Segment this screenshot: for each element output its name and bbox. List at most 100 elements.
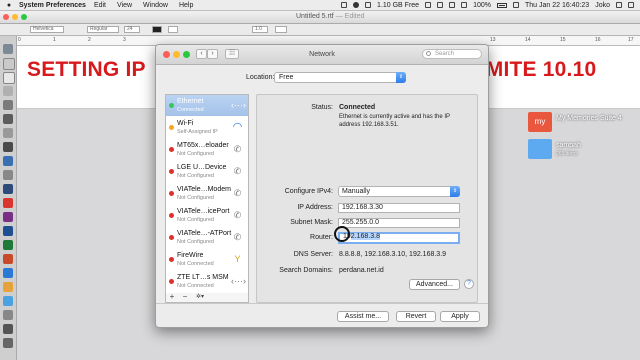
menu-window[interactable]: Window [143,2,168,9]
assist-me-button[interactable]: Assist me... [337,311,389,322]
revert-button[interactable]: Revert [396,311,436,322]
bluetooth-icon[interactable] [425,2,432,8]
zoom-icon[interactable] [21,14,27,20]
status-dot-icon[interactable] [353,2,360,8]
search-domains-value[interactable]: perdana.net.id [339,267,384,274]
forward-button[interactable]: › [207,49,218,59]
list-style-select[interactable] [275,26,287,33]
menu-view[interactable]: View [117,2,132,9]
menu-edit[interactable]: Edit [94,2,106,9]
app-icon[interactable] [3,338,13,348]
app-icon[interactable] [3,296,13,306]
menu-clock[interactable]: Thu Jan 22 16:40:23 [525,2,589,9]
chevron-updown-icon: ⇕ [450,186,460,197]
service-status: Self-Assigned IP [177,129,218,135]
status-description: Ethernet is currently active and has the… [339,114,450,128]
text-color-swatch[interactable] [152,26,162,33]
close-icon[interactable] [163,51,170,58]
battery-icon[interactable] [496,2,507,8]
apply-button[interactable]: Apply [440,311,480,322]
app-icon[interactable] [3,324,13,334]
service-item-zte[interactable]: ZTE LT…s MSM Not Connected ‹···› [166,271,248,292]
app-icon[interactable] [3,254,13,264]
add-service-button[interactable]: + [166,293,178,301]
minimize-icon[interactable] [12,14,18,20]
configure-ipv4-select[interactable]: Manually ⇕ [338,186,460,197]
app-icon[interactable] [3,128,13,138]
phone-icon: ✆ [233,166,242,176]
remove-service-button[interactable]: − [179,293,191,301]
app-icon[interactable] [3,58,15,70]
wifi-icon: ◠ [232,121,243,133]
app-icon[interactable] [3,156,13,166]
service-item-viatele-atport[interactable]: VIATele…-ATPort Not Configured ✆ [166,227,248,248]
service-item-ethernet[interactable]: Ethernet Connected ‹···› [166,95,248,116]
app-icon[interactable] [3,198,13,208]
status-label: Status: [311,104,333,111]
finder-icon[interactable] [3,44,13,54]
flag-icon[interactable] [512,2,519,8]
search-input[interactable]: Search [422,49,482,59]
memory-status[interactable]: 1.10 GB Free [377,2,419,9]
battery-percent[interactable]: 100% [473,2,491,9]
service-status: Not Configured [177,151,214,157]
app-icon[interactable] [3,184,13,194]
pause-icon[interactable] [341,2,348,8]
ethernet-icon: ‹···› [231,100,246,110]
menu-app-name[interactable]: System Preferences [19,2,86,9]
font-style-select[interactable]: Regular [87,26,119,33]
service-item-viatele-modem[interactable]: VIATele…Modem Not Configured ✆ [166,183,248,204]
status-dot [169,279,174,284]
back-button[interactable]: ‹ [196,49,207,59]
font-family-select[interactable]: Helvetica [30,26,64,33]
close-icon[interactable] [3,14,9,20]
menu-bar: ● System Preferences Edit View Window He… [0,0,640,11]
gear-icon[interactable]: ✲▾ [192,293,208,301]
service-status: Not Configured [177,217,214,223]
subnet-mask-label: Subnet Mask: [290,219,333,226]
ip-address-field[interactable]: 192.168.3.30 [338,203,460,213]
background-color-swatch[interactable] [168,26,178,33]
app-icon[interactable] [3,86,13,96]
zoom-icon[interactable] [183,51,190,58]
service-item-firewire[interactable]: FireWire Not Connected Y [166,249,248,270]
app-icon[interactable] [3,170,13,180]
subnet-mask-field[interactable]: 255.255.0.0 [338,218,460,228]
show-all-grid-icon[interactable]: ⁞⁞⁞ [225,49,239,59]
wifi-status-icon[interactable] [449,2,456,8]
app-icon[interactable] [3,282,13,292]
app-icon[interactable] [3,310,13,320]
minimize-icon[interactable] [173,51,180,58]
router-field[interactable]: 192.168.3.8 [338,232,460,244]
advanced-button[interactable]: Advanced... [409,279,460,290]
menu-user[interactable]: Joko [595,2,610,9]
location-select[interactable]: Free ⇕ [274,72,406,83]
excel-icon[interactable] [3,240,13,250]
app-icon[interactable] [3,142,13,152]
textedit-titlebar: Untitled 5.rtf — Edited [0,11,640,24]
app-icon[interactable] [3,268,13,278]
app-icon[interactable] [3,212,13,222]
service-item-mt65x[interactable]: MT65x…eloader Not Configured ✆ [166,139,248,160]
service-name: LGE U…Device [177,164,227,171]
status-dot [169,235,174,240]
app-icon[interactable] [3,100,13,110]
service-item-viatele-iceport[interactable]: VIATele…icePort Not Configured ✆ [166,205,248,226]
line-spacing-select[interactable]: 1.0 [252,26,268,33]
menu-help[interactable]: Help [179,2,193,9]
volume-icon[interactable] [461,2,468,8]
spotlight-icon[interactable] [616,2,622,8]
service-item-wifi[interactable]: Wi-Fi Self-Assigned IP ◠ [166,117,248,138]
clock-icon[interactable] [437,2,444,8]
apple-menu-icon[interactable]: ● [5,2,13,9]
app-icon[interactable] [3,72,15,84]
font-size-select[interactable]: 24 [124,26,140,33]
notification-icon[interactable] [628,2,634,8]
service-item-lge[interactable]: LGE U…Device Not Configured ✆ [166,161,248,182]
word-icon[interactable] [3,226,13,236]
memory-icon[interactable] [365,2,372,8]
ruler-mark: 16 [595,37,601,43]
dns-server-value[interactable]: 8.8.8.8, 192.168.3.10, 192.168.3.9 [339,251,446,258]
app-icon[interactable] [3,114,13,124]
help-button[interactable]: ? [464,279,474,289]
